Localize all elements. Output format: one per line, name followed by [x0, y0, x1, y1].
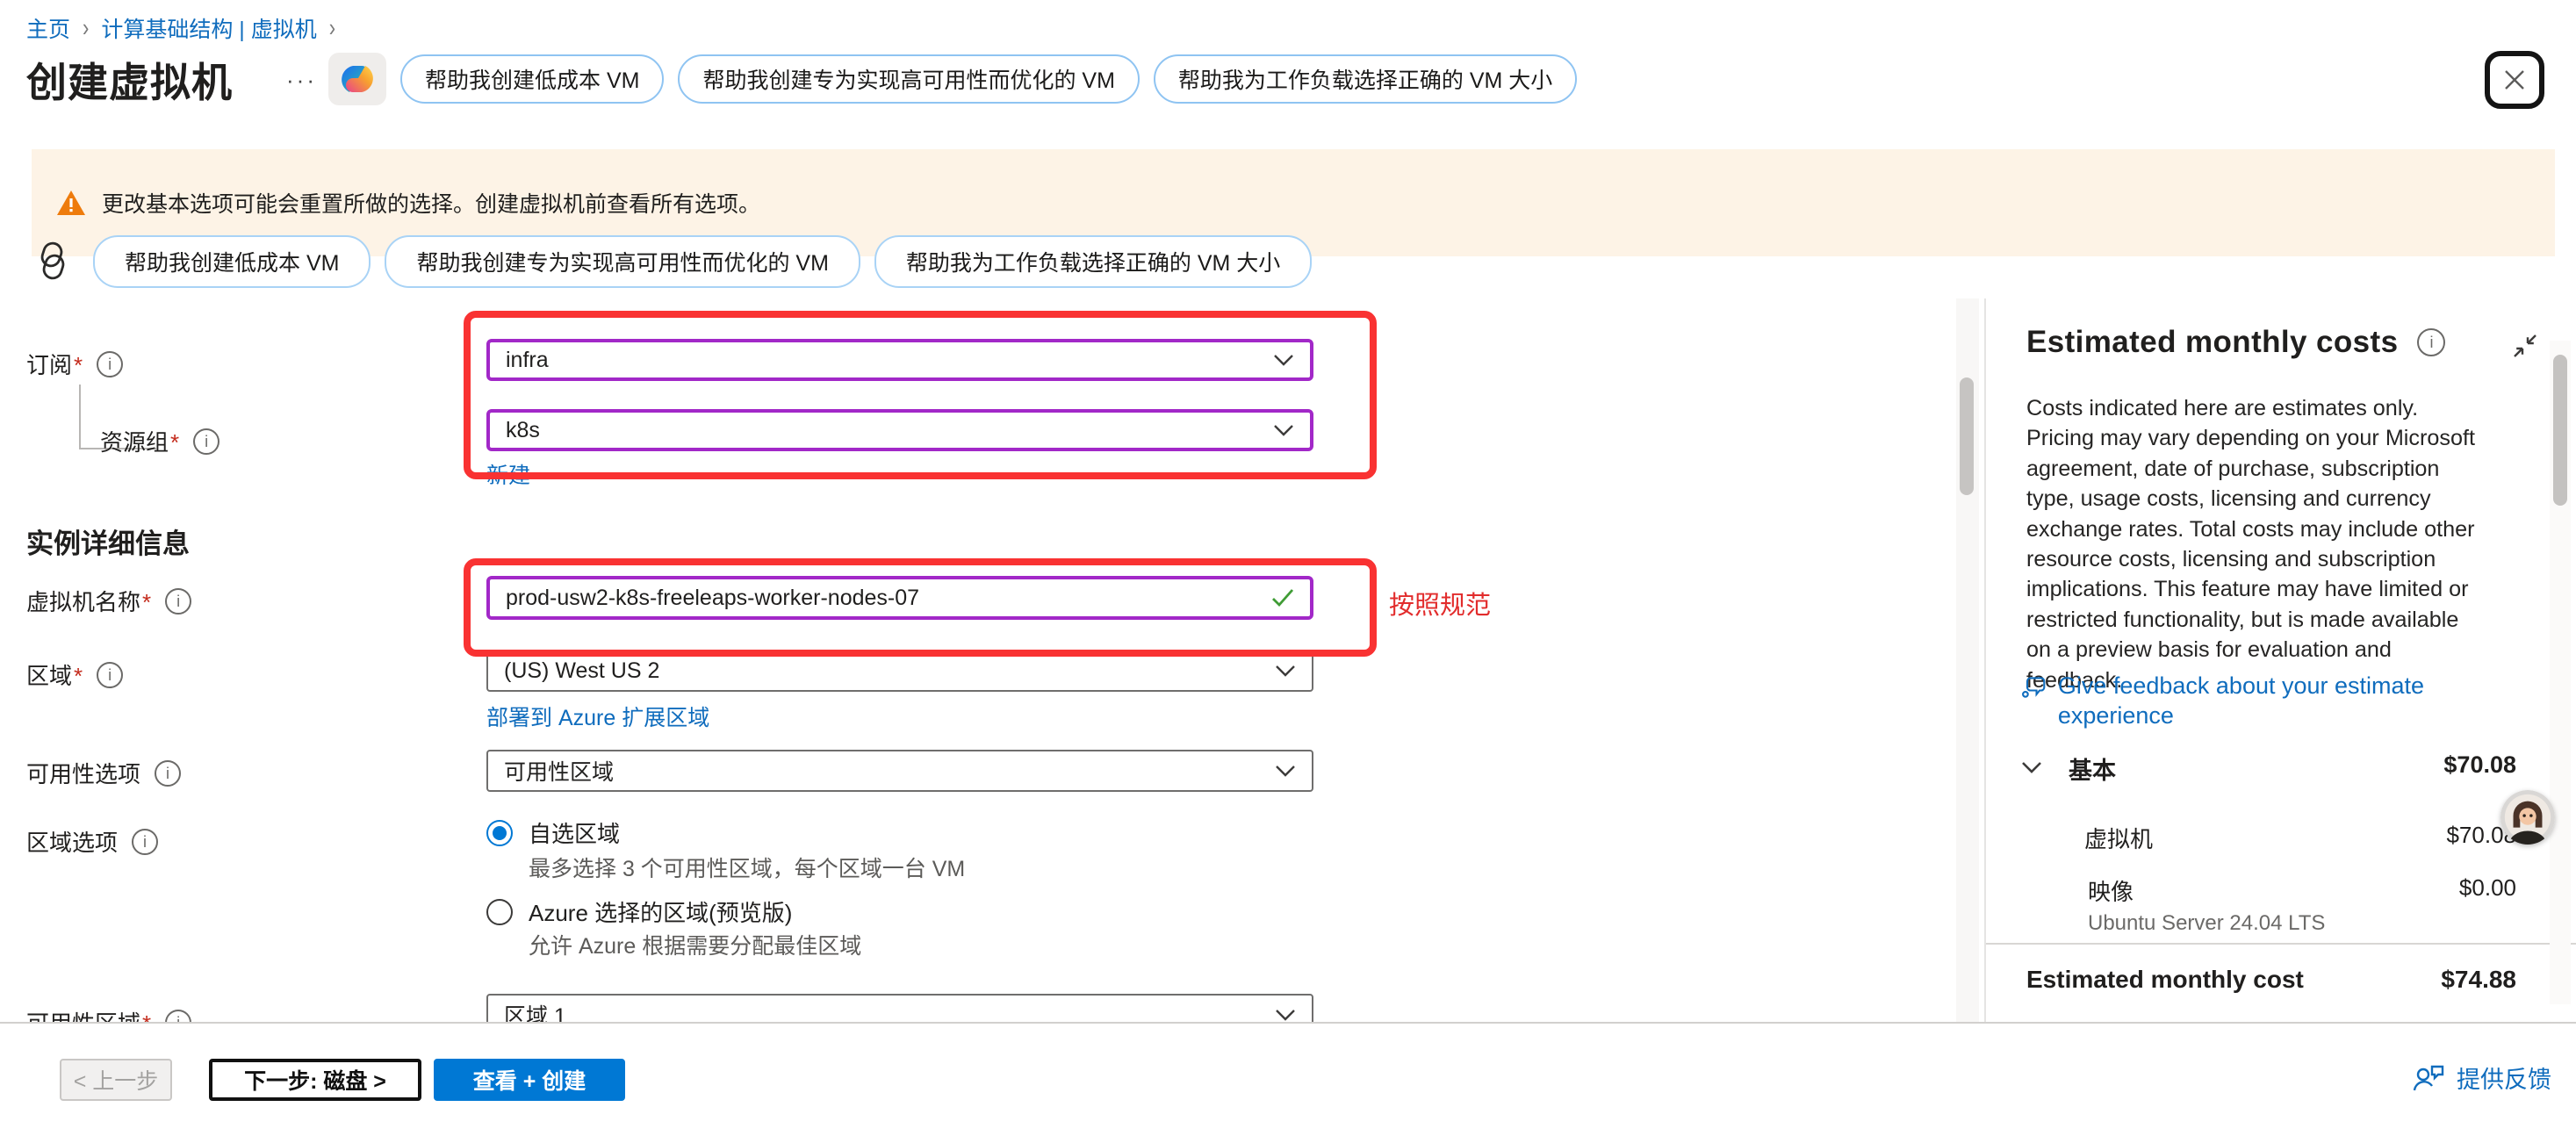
estimate-feedback-link[interactable]: Give feedback about your estimate experi… — [2021, 671, 2486, 730]
subscription-label: 订阅 — [26, 348, 123, 380]
annotation-note: 按照规范 — [1389, 585, 1491, 622]
copilot-suggestion-button[interactable]: 帮助我创建专为实现高可用性而优化的 VM — [678, 54, 1139, 104]
costs-panel-title: Estimated monthly costs — [2026, 325, 2398, 360]
resource-group-dropdown[interactable]: k8s — [486, 409, 1313, 451]
panel-divider — [1986, 943, 2576, 945]
radio-azure-selected-zone[interactable]: Azure 选择的区域(预览版) — [486, 895, 792, 928]
close-icon — [2502, 68, 2527, 92]
feedback-bubbles-icon — [2021, 674, 2047, 701]
info-icon[interactable] — [193, 428, 219, 455]
radio-self-selected-zone[interactable]: 自选区域 — [486, 816, 620, 849]
copilot-suggestion-button[interactable]: 帮助我创建低成本 VM — [400, 54, 664, 104]
valid-check-icon — [1271, 588, 1294, 607]
region-dropdown[interactable]: (US) West US 2 — [486, 650, 1313, 692]
warning-icon — [56, 190, 86, 216]
main-scrollbar-thumb[interactable] — [1960, 377, 1974, 495]
copilot-suggestion-button[interactable]: 帮助我为工作负载选择正确的 VM 大小 — [874, 235, 1312, 288]
info-icon[interactable] — [155, 760, 181, 787]
chevron-right-icon: › — [329, 13, 335, 43]
radio-off-icon — [486, 899, 513, 925]
copilot-suggestions-row-inline: 帮助我创建低成本 VM 帮助我创建专为实现高可用性而优化的 VM 帮助我为工作负… — [93, 235, 1312, 288]
radio-self-selected-zone-description: 最多选择 3 个可用性区域，每个区域一台 VM — [529, 852, 965, 883]
give-feedback-link[interactable]: 提供反馈 — [2413, 1060, 2551, 1095]
chevron-down-icon — [1275, 665, 1296, 677]
total-cost-amount: $74.88 — [2441, 966, 2516, 994]
zone-options-label: 区域选项 — [26, 825, 158, 858]
info-icon[interactable] — [97, 351, 123, 377]
copilot-suggestions-row-top: 帮助我创建低成本 VM 帮助我创建专为实现高可用性而优化的 VM 帮助我为工作负… — [400, 54, 1577, 104]
availability-options-dropdown[interactable]: 可用性区域 — [486, 750, 1313, 792]
page-title: 创建虚拟机 — [26, 51, 233, 109]
panel-scrollbar-thumb[interactable] — [2553, 355, 2567, 506]
cost-item-detail: Ubuntu Server 24.04 LTS — [2088, 911, 2325, 936]
copilot-suggestion-button[interactable]: 帮助我创建低成本 VM — [93, 235, 371, 288]
costs-disclaimer: Costs indicated here are estimates only.… — [2026, 393, 2478, 695]
review-create-button[interactable]: 查看 + 创建 — [434, 1059, 625, 1101]
annotation-box-subscription-group — [464, 311, 1377, 479]
panel-scrollbar[interactable] — [2550, 341, 2571, 1004]
copilot-suggestion-button[interactable]: 帮助我创建专为实现高可用性而优化的 VM — [385, 235, 860, 288]
copilot-outline-icon — [32, 241, 74, 281]
radio-azure-selected-zone-description: 允许 Azure 根据需要分配最佳区域 — [529, 929, 861, 960]
info-icon[interactable] — [132, 829, 158, 855]
instance-details-heading: 实例详细信息 — [26, 521, 190, 561]
main-scrollbar[interactable] — [1956, 298, 1979, 1022]
radio-on-icon — [486, 820, 513, 846]
estimated-costs-panel: Estimated monthly costs Costs indicated … — [1984, 298, 2576, 1022]
create-new-resource-group-link[interactable]: 新建 — [486, 458, 530, 490]
cost-group-amount: $70.08 — [2443, 751, 2516, 779]
info-icon[interactable] — [97, 662, 123, 688]
breadcrumb-link-virtual-machines[interactable]: 计算基础结构 | 虚拟机 — [101, 12, 316, 44]
person-feedback-icon — [2413, 1064, 2446, 1092]
cost-item-name: 虚拟机 — [2084, 822, 2153, 854]
wizard-footer: < 上一步 下一步: 磁盘 > 查看 + 创建 提供反馈 — [0, 1022, 2576, 1143]
breadcrumb-link-home[interactable]: 主页 — [26, 12, 70, 44]
info-icon[interactable] — [165, 588, 191, 615]
vm-name-input[interactable]: prod-usw2-k8s-freeleaps-worker-nodes-07 — [486, 576, 1313, 620]
resource-group-label: 资源组 — [100, 425, 219, 457]
copilot-suggestion-button[interactable]: 帮助我为工作负载选择正确的 VM 大小 — [1154, 54, 1577, 104]
previous-step-button[interactable]: < 上一步 — [60, 1059, 172, 1101]
ellipsis-menu-button[interactable]: ··· — [286, 67, 317, 94]
copilot-icon[interactable] — [328, 53, 386, 105]
warning-banner-text: 更改基本选项可能会重置所做的选择。创建虚拟机前查看所有选项。 — [102, 187, 760, 219]
info-icon[interactable] — [2417, 328, 2445, 356]
vm-name-label: 虚拟机名称 — [26, 585, 191, 617]
region-label: 区域 — [26, 658, 123, 691]
breadcrumb: 主页 › 计算基础结构 | 虚拟机 › — [26, 12, 335, 44]
expand-group-chevron[interactable] — [2021, 760, 2042, 774]
cost-group-name: 基本 — [2069, 751, 2116, 786]
subscription-dropdown[interactable]: infra — [486, 339, 1313, 381]
availability-options-label: 可用性选项 — [26, 757, 181, 789]
chevron-down-icon — [1273, 354, 1294, 366]
create-vm-blade: 主页 › 计算基础结构 | 虚拟机 › 创建虚拟机 ··· 帮助我创建低成本 V… — [0, 0, 2576, 1143]
close-button[interactable] — [2485, 51, 2544, 109]
chevron-right-icon: › — [83, 13, 89, 43]
chevron-down-icon — [1275, 765, 1296, 777]
chevron-down-icon — [1275, 1009, 1296, 1021]
total-cost-label: Estimated monthly cost — [2026, 966, 2304, 994]
edge-zone-link[interactable]: 部署到 Azure 扩展区域 — [486, 701, 709, 732]
chevron-down-icon — [1273, 424, 1294, 436]
cost-item-amount: $0.00 — [2459, 874, 2516, 902]
cost-item-name: 映像 — [2088, 874, 2133, 907]
next-step-disks-button[interactable]: 下一步: 磁盘 > — [209, 1059, 421, 1101]
collapse-panel-button[interactable] — [2513, 334, 2537, 358]
assistant-avatar[interactable] — [2500, 790, 2555, 845]
